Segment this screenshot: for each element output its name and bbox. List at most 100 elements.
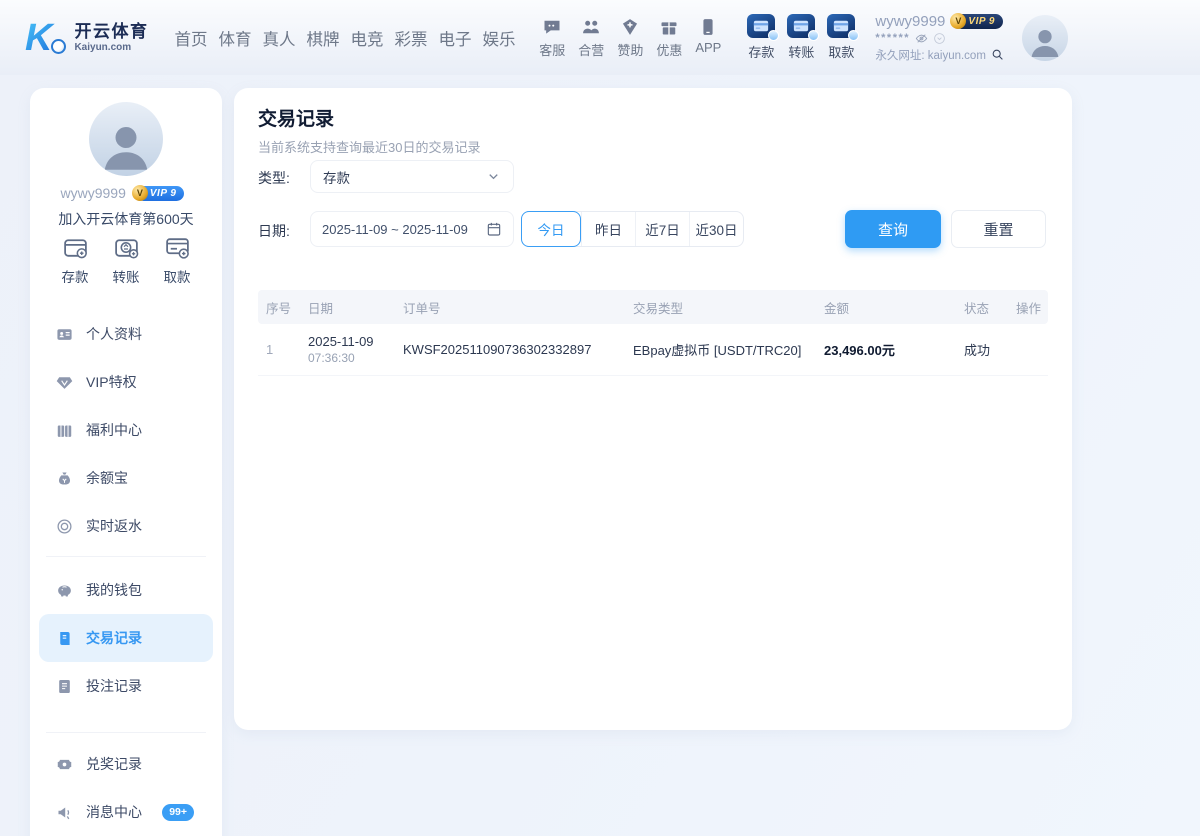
table-header-row: 序号 日期 订单号 交易类型 金额 状态 操作 <box>258 290 1048 324</box>
document-icon <box>56 678 73 695</box>
search-icon[interactable] <box>991 48 1004 61</box>
coin-badge-icon <box>768 30 780 41</box>
coin-badge-icon <box>808 30 820 41</box>
top-bar: K 开云体育 Kaiyun.com 首页 体育 真人 棋牌 电竞 彩票 电子 娱… <box>0 0 1200 75</box>
target-circle-icon <box>56 518 73 535</box>
brand-name: 开云体育 <box>74 21 149 41</box>
preset-yesterday-button[interactable]: 昨日 <box>581 212 635 246</box>
sidebar-item-profile[interactable]: 个人资料 <box>30 310 222 358</box>
username: wywy9999 <box>875 12 946 30</box>
nav-item-chess[interactable]: 棋牌 <box>306 26 339 50</box>
type-select[interactable]: 存款 <box>310 160 514 193</box>
gift-icon <box>659 17 679 37</box>
withdraw-link[interactable]: 取款 <box>827 14 860 61</box>
row-date: 2025-11-09 07:36:30 <box>308 334 374 365</box>
person-icon <box>1026 23 1064 61</box>
coin-badge-icon <box>848 30 860 41</box>
eye-off-icon[interactable] <box>915 32 928 45</box>
chat-icon <box>542 17 562 37</box>
ledger-book-icon <box>56 630 73 647</box>
nav-item-entertainment[interactable]: 娱乐 <box>482 26 515 50</box>
row-transaction-type: EBpay虚拟币 [USDT/TRC20] <box>633 343 802 358</box>
calendar-icon <box>486 221 502 237</box>
withdraw-tile-icon <box>827 14 860 41</box>
person-icon <box>96 116 156 176</box>
phone-icon <box>698 17 718 37</box>
nav-item-sports[interactable]: 体育 <box>218 26 251 50</box>
sponsor-link[interactable]: 赞助 <box>617 17 643 59</box>
vip-badge: V VIP 9 <box>950 13 1010 29</box>
preset-30days-button[interactable]: 近30日 <box>689 212 743 246</box>
people-icon <box>581 17 601 37</box>
sidebar-deposit-button[interactable]: 存款 <box>50 234 100 286</box>
deposit-tile-icon <box>747 14 780 41</box>
page-title: 交易记录 <box>258 109 335 130</box>
chevron-down-icon <box>486 169 501 184</box>
preset-7days-button[interactable]: 近7日 <box>635 212 689 246</box>
vip-gem-icon: V <box>131 185 148 201</box>
page-subtitle: 当前系统支持查询最近30日的交易记录 <box>258 140 481 155</box>
brand-logo[interactable]: K 开云体育 Kaiyun.com <box>25 19 148 57</box>
chevron-circle-icon[interactable] <box>933 32 946 45</box>
main-nav: 首页 体育 真人 棋牌 电竞 彩票 电子 娱乐 <box>174 26 515 50</box>
sidebar-item-wallet[interactable]: 我的钱包 <box>30 566 222 614</box>
row-order-number: KWSF202511090736302332897 <box>403 342 592 357</box>
partnership-link[interactable]: 合营 <box>578 17 604 59</box>
nav-item-slots[interactable]: 电子 <box>438 26 471 50</box>
sidebar-menu-group-3: 兑奖记录 消息中心 99+ <box>30 740 222 836</box>
nav-item-live[interactable]: 真人 <box>262 26 295 50</box>
sidebar-item-messages[interactable]: 消息中心 99+ <box>30 788 222 836</box>
divider <box>46 556 206 557</box>
money-bag-icon <box>56 470 73 487</box>
nav-item-home[interactable]: 首页 <box>174 26 207 50</box>
service-link[interactable]: 客服 <box>539 17 565 59</box>
user-summary: wywy9999 V VIP 9 ****** 永久网址: kaiyun.com <box>875 13 1010 63</box>
sidebar-avatar[interactable] <box>89 102 163 176</box>
sidebar-transfer-button[interactable]: 转账 <box>101 234 151 286</box>
app-link[interactable]: APP <box>695 17 721 59</box>
avatar[interactable] <box>1022 14 1068 61</box>
sidebar-item-transactions[interactable]: 交易记录 <box>39 614 213 662</box>
sidebar-menu-group-2: 我的钱包 交易记录 投注记录 <box>30 566 222 710</box>
date-range-input[interactable]: 2025-11-09 ~ 2025-11-09 <box>310 211 514 247</box>
nav-item-lottery[interactable]: 彩票 <box>394 26 427 50</box>
nav-item-esports[interactable]: 电竞 <box>350 26 383 50</box>
reset-button[interactable]: 重置 <box>951 210 1046 248</box>
row-status: 成功 <box>964 343 991 358</box>
deposit-link[interactable]: 存款 <box>747 14 780 61</box>
soccer-ball-icon <box>51 38 67 54</box>
logo-k-icon: K <box>25 19 67 57</box>
sidebar-quick-actions: 存款 转账 取款 <box>40 234 212 286</box>
sidebar-item-yuebao[interactable]: 余额宝 <box>30 454 222 502</box>
gift-boxes-icon <box>56 422 73 439</box>
preset-today-button[interactable]: 今日 <box>521 211 581 247</box>
wallet-links: 存款 转账 取款 <box>747 14 860 61</box>
date-label: 日期: <box>258 223 290 239</box>
transactions-table: 序号 日期 订单号 交易类型 金额 状态 操作 1 2025-11-09 07:… <box>258 290 1048 376</box>
sidebar-vip-badge: V VIP 9 <box>131 185 192 201</box>
sidebar-item-welfare[interactable]: 福利中心 <box>30 406 222 454</box>
row-index: 1 <box>266 342 274 357</box>
card-cash-icon <box>164 234 191 261</box>
sidebar-item-rebate[interactable]: 实时返水 <box>30 502 222 550</box>
sidebar-withdraw-button[interactable]: 取款 <box>152 234 202 286</box>
sidebar-item-bets[interactable]: 投注记录 <box>30 662 222 710</box>
page: K 开云体育 Kaiyun.com 首页 体育 真人 棋牌 电竞 彩票 电子 娱… <box>0 0 1200 836</box>
sidebar-item-prizes[interactable]: 兑奖记录 <box>30 740 222 788</box>
diamond-plus-icon <box>620 17 640 37</box>
sidebar-username: wywy9999 <box>60 185 126 201</box>
transfer-card-icon <box>113 234 140 261</box>
message-count-badge: 99+ <box>162 803 194 821</box>
date-range-presets: 今日 昨日 近7日 近30日 <box>521 211 744 247</box>
promo-link[interactable]: 优惠 <box>656 17 682 59</box>
sidebar-item-vip[interactable]: VIP特权 <box>30 358 222 406</box>
query-button[interactable]: 查询 <box>845 210 941 248</box>
table-row: 1 2025-11-09 07:36:30 KWSF20251109073630… <box>258 324 1048 376</box>
transfer-link[interactable]: 转账 <box>787 14 820 61</box>
megaphone-icon <box>56 804 73 821</box>
id-card-icon <box>56 326 73 343</box>
piggy-bank-icon <box>56 582 73 599</box>
gem-icon <box>56 374 73 391</box>
permanent-url: 永久网址: kaiyun.com <box>875 49 986 62</box>
wallet-plus-icon <box>62 234 89 261</box>
